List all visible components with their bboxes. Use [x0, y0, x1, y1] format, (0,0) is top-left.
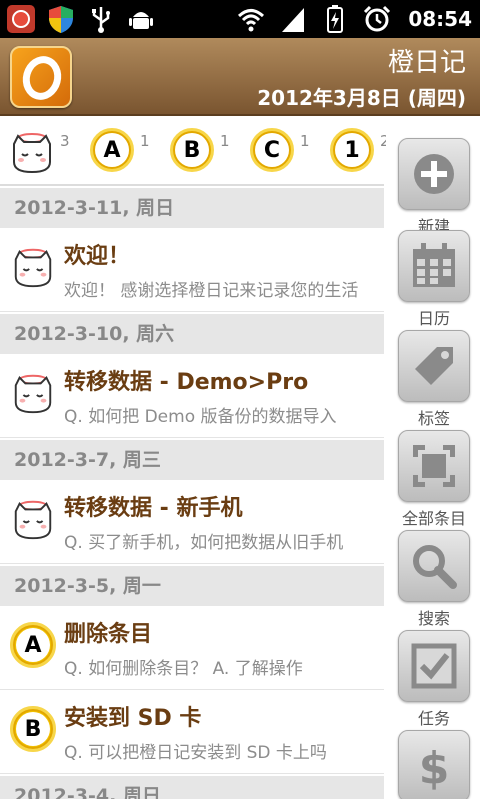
- list-item[interactable]: 转移数据 - 新手机 Q. 买了新手机，如何把数据从旧手机: [0, 480, 384, 564]
- calendar-label: 日历: [417, 309, 450, 328]
- date-header: 2012-3-11, 周日: [0, 186, 384, 228]
- wifi-icon: [238, 9, 265, 32]
- plus-icon: [414, 154, 454, 194]
- badge-c-icon: C: [250, 128, 294, 172]
- date-header: 2012-3-7, 周三: [0, 438, 384, 480]
- calendar-button[interactable]: 日历: [396, 230, 472, 329]
- tasks-button-face[interactable]: [398, 630, 470, 702]
- filter-count: 1: [220, 132, 230, 150]
- search-icon: [413, 545, 457, 589]
- date-header: 2012-3-4, 周日: [0, 774, 384, 799]
- entry-snippet: Q. 可以把橙日记安装到 SD 卡上吗: [64, 743, 327, 763]
- money-button[interactable]: $: [396, 730, 472, 799]
- calendar-button-face[interactable]: [398, 230, 470, 302]
- entry-snippet: Q. 买了新手机，如何把数据从旧手机: [64, 533, 344, 553]
- entry-title: 欢迎！: [64, 244, 131, 269]
- mascot-icon: [14, 374, 52, 414]
- shield-icon: [49, 6, 73, 33]
- entry-snippet: 欢迎！ 感谢选择橙日记来记录您的生活: [64, 281, 359, 301]
- all-entries-label: 全部条目: [401, 509, 466, 528]
- status-bar: 08:54: [0, 0, 480, 38]
- entry-title: 删除条目: [64, 622, 153, 647]
- entry-list[interactable]: 2012-3-11, 周日 欢迎！ 欢迎！ 感谢选择橙日记来记录您的生活 201…: [0, 186, 384, 799]
- badge-a-icon: A: [90, 128, 134, 172]
- current-date: 2012年3月8日 (周四): [257, 86, 466, 110]
- filter-count: 1: [300, 132, 310, 150]
- tasks-label: 任务: [417, 709, 450, 728]
- mascot-icon: [13, 133, 51, 174]
- checkbox-icon: [411, 643, 457, 689]
- filter-count: 3: [60, 132, 70, 150]
- app-header: 橙日记 2012年3月8日 (周四): [0, 38, 480, 116]
- search-button-face[interactable]: [398, 530, 470, 602]
- entry-snippet: Q. 如何把 Demo 版备份的数据导入: [64, 407, 337, 427]
- tags-button-face[interactable]: [398, 330, 470, 402]
- list-item[interactable]: A 删除条目 Q. 如何删除条目？ A. 了解操作: [0, 606, 384, 690]
- side-toolbar: 新建 日历 标签 全部条目 搜索 任务 $: [386, 118, 480, 799]
- android-debug-icon: [129, 12, 153, 29]
- filter-mascot[interactable]: 3: [8, 128, 78, 178]
- tags-label: 标签: [417, 409, 450, 428]
- all-entries-icon: [413, 445, 455, 487]
- tag-icon: [415, 347, 453, 385]
- date-header: 2012-3-5, 周一: [0, 564, 384, 606]
- svg-text:$: $: [419, 743, 450, 791]
- badge-b-icon: B: [10, 706, 56, 752]
- list-item[interactable]: 欢迎！ 欢迎！ 感谢选择橙日记来记录您的生活: [0, 228, 384, 312]
- all-entries-button[interactable]: 全部条目: [396, 430, 472, 529]
- list-item[interactable]: 转移数据 - Demo>Pro Q. 如何把 Demo 版备份的数据导入: [0, 354, 384, 438]
- calendar-icon: [413, 243, 455, 287]
- date-header: 2012-3-10, 周六: [0, 312, 384, 354]
- app-title: 橙日记: [387, 48, 466, 78]
- filter-1[interactable]: 1 2: [330, 128, 390, 178]
- badge-a-icon: A: [10, 622, 56, 668]
- tags-button[interactable]: 标签: [396, 330, 472, 429]
- app-logo-icon[interactable]: [10, 46, 72, 108]
- filter-b[interactable]: B 1: [170, 128, 240, 178]
- new-button-face[interactable]: [398, 138, 470, 210]
- entry-title: 转移数据 - Demo>Pro: [64, 370, 309, 395]
- app-red-icon: [7, 5, 35, 33]
- badge-b-icon: B: [170, 128, 214, 172]
- usb-icon: [92, 7, 110, 33]
- money-button-face[interactable]: $: [398, 730, 470, 799]
- signal-icon: [282, 8, 305, 32]
- entry-title: 安装到 SD 卡: [64, 706, 202, 731]
- entry-snippet: Q. 如何删除条目？ A. 了解操作: [64, 659, 303, 679]
- clock: 08:54: [408, 7, 472, 31]
- all-entries-button-face[interactable]: [398, 430, 470, 502]
- entry-title: 转移数据 - 新手机: [64, 496, 243, 521]
- battery-charging-icon: [327, 5, 344, 33]
- filter-count: 1: [140, 132, 150, 150]
- badge-1-icon: 1: [330, 128, 374, 172]
- dollar-icon: $: [419, 743, 450, 791]
- mascot-icon: [14, 248, 52, 288]
- new-button[interactable]: 新建: [396, 138, 472, 237]
- tasks-button[interactable]: 任务: [396, 630, 472, 729]
- search-label: 搜索: [417, 609, 450, 628]
- list-item[interactable]: B 安装到 SD 卡 Q. 可以把橙日记安装到 SD 卡上吗: [0, 690, 384, 774]
- filter-c[interactable]: C 1: [250, 128, 320, 178]
- filter-bar: 3 A 1 B 1 C 1 1 2: [0, 118, 390, 186]
- alarm-icon: [364, 5, 391, 32]
- filter-a[interactable]: A 1: [90, 128, 160, 178]
- search-button[interactable]: 搜索: [396, 530, 472, 629]
- mascot-icon: [14, 500, 52, 540]
